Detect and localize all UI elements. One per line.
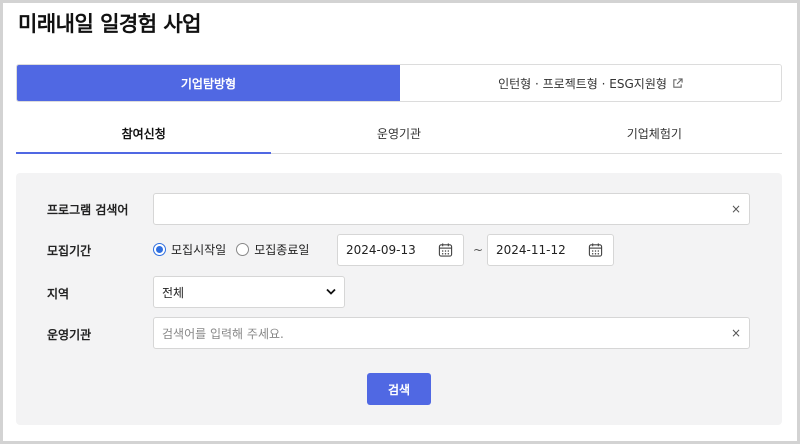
- clear-operator-search-icon[interactable]: ×: [731, 326, 741, 340]
- tab-operators[interactable]: 운영기관: [271, 114, 526, 153]
- radio-start-date[interactable]: 모집시작일: [153, 241, 226, 258]
- tab-operators-label: 운영기관: [376, 127, 422, 141]
- search-button[interactable]: 검색: [367, 373, 431, 405]
- operator-label: 운영기관: [47, 328, 92, 342]
- start-date-input[interactable]: 2024-09-13: [337, 234, 464, 266]
- chevron-down-icon: [326, 288, 336, 295]
- end-date-value: 2024-11-12: [496, 243, 566, 257]
- program-search-input[interactable]: ×: [153, 193, 750, 225]
- radio-checked-icon: [153, 243, 166, 256]
- tab-apply-label: 참여신청: [121, 127, 166, 141]
- region-label: 지역: [47, 287, 70, 301]
- tab-intern-project-esg-label: 인턴형 · 프로젝트형 · ESG지원형: [498, 76, 667, 91]
- operator-search-input[interactable]: 검색어를 입력해 주세요. ×: [153, 317, 750, 349]
- tab-intern-project-esg[interactable]: 인턴형 · 프로젝트형 · ESG지원형: [400, 65, 781, 101]
- external-link-icon: [673, 77, 683, 88]
- tab-experiences[interactable]: 기업체험기: [527, 114, 782, 153]
- program-search-label: 프로그램 검색어: [47, 203, 129, 217]
- radio-start-date-label: 모집시작일: [171, 243, 227, 257]
- page-title: 미래내일 일경험 사업: [18, 12, 202, 36]
- region-selected-value: 전체: [162, 285, 185, 300]
- calendar-icon[interactable]: [438, 243, 453, 258]
- tab-apply[interactable]: 참여신청: [16, 114, 272, 154]
- search-panel: 프로그램 검색어 × 모집기간 모집시작일 모집종료일 2024-09-13 ~…: [16, 173, 782, 425]
- radio-end-date-label: 모집종료일: [254, 243, 310, 257]
- operator-search-placeholder: 검색어를 입력해 주세요.: [162, 326, 284, 341]
- program-type-tabs: 기업탐방형 인턴형 · 프로젝트형 · ESG지원형: [16, 64, 782, 102]
- tab-experiences-label: 기업체험기: [626, 127, 682, 141]
- radio-end-date[interactable]: 모집종료일: [236, 241, 309, 258]
- sub-tabs: 참여신청 운영기관 기업체험기: [16, 114, 782, 154]
- radio-unchecked-icon: [236, 243, 250, 256]
- start-date-value: 2024-09-13: [346, 243, 416, 257]
- clear-program-search-icon[interactable]: ×: [731, 202, 741, 216]
- region-select[interactable]: 전체: [153, 276, 345, 308]
- calendar-icon[interactable]: [588, 243, 603, 258]
- tab-company-visit-label: 기업탐방형: [180, 76, 237, 91]
- period-label: 모집기간: [47, 244, 92, 258]
- end-date-input[interactable]: 2024-11-12: [487, 234, 614, 266]
- date-range-separator: ~: [473, 243, 484, 257]
- period-radio-group: 모집시작일 모집종료일: [153, 241, 319, 258]
- tab-company-visit[interactable]: 기업탐방형: [17, 65, 400, 101]
